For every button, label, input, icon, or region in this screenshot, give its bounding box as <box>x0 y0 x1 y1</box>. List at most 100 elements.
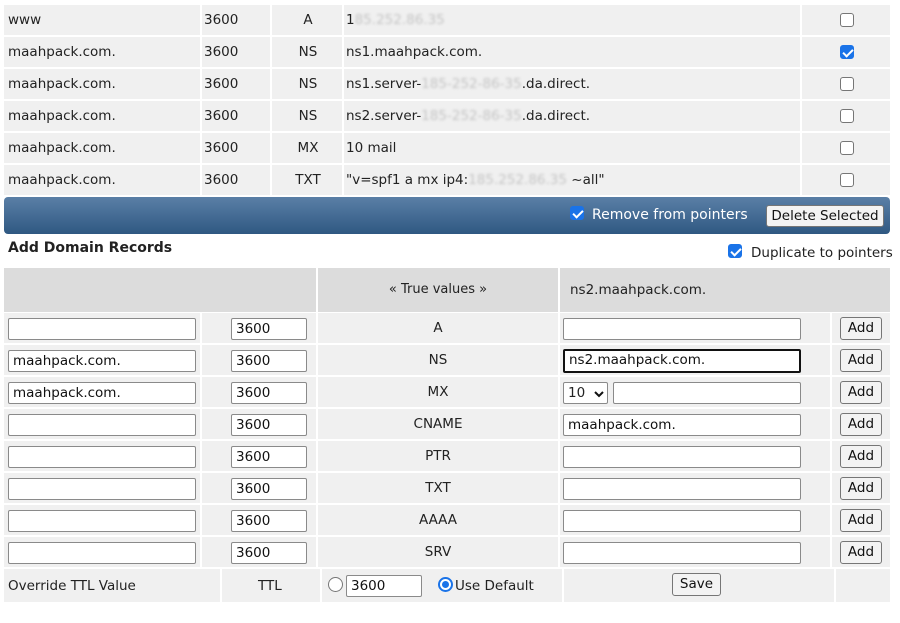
record-ttl-input[interactable]: 3600 <box>231 446 307 468</box>
record-name-input[interactable] <box>8 318 196 340</box>
delete-selected-button[interactable]: Delete Selected <box>766 205 884 227</box>
column-divider <box>200 0 202 196</box>
record-ttl-input[interactable]: 3600 <box>231 382 307 404</box>
record-name-input[interactable] <box>8 446 196 468</box>
record-value: 185.252.86.35 <box>346 5 445 35</box>
record-value-text: ns2.server- <box>346 108 422 124</box>
column-divider <box>830 312 832 568</box>
record-value-input[interactable] <box>563 510 801 532</box>
use-default-label: Use Default <box>455 578 534 594</box>
select-record-checkbox[interactable] <box>840 77 854 91</box>
add-record-row: 3600 TXT Add <box>4 473 890 503</box>
column-divider <box>558 312 560 568</box>
redacted-value: 185-252-86-35 <box>421 108 522 124</box>
record-type-label: PTR <box>425 448 451 464</box>
record-value-input[interactable]: ns2.maahpack.com. <box>563 349 801 373</box>
use-default-radio[interactable] <box>438 577 453 592</box>
override-ttl-row: Override TTL Value TTL 3600 Use Default … <box>4 569 890 602</box>
record-value-input[interactable] <box>563 318 801 340</box>
add-record-row: maahpack.com. 3600 NS ns2.maahpack.com. … <box>4 345 890 375</box>
record-name-input[interactable] <box>8 478 196 500</box>
record-ttl: 3600 <box>204 172 239 188</box>
record-name: maahpack.com. <box>8 76 116 92</box>
record-value-input[interactable]: maahpack.com. <box>563 414 801 436</box>
record-value: ns1.server-185-252-86-35.da.direct. <box>346 69 590 99</box>
record-value-text: 10 mail <box>346 140 397 156</box>
duplicate-to-pointers-label: Duplicate to pointers <box>751 245 893 261</box>
target-pointer-header: ns2.maahpack.com. <box>570 282 707 298</box>
record-type-label: TXT <box>425 480 451 496</box>
mx-priority-select[interactable]: 10 <box>563 382 608 404</box>
record-name-input[interactable] <box>8 542 196 564</box>
add-records-title: Add Domain Records <box>8 240 173 256</box>
record-ttl-input[interactable]: 3600 <box>231 318 307 340</box>
record-name-input[interactable]: maahpack.com. <box>8 382 196 404</box>
select-record-checkbox[interactable] <box>840 141 854 155</box>
record-ttl-input[interactable]: 3600 <box>231 478 307 500</box>
redacted-value: 85.252.86.35 <box>354 12 445 28</box>
record-ttl: 3600 <box>204 76 239 92</box>
record-row: maahpack.com. 3600 NS ns1.server-185-252… <box>4 69 890 99</box>
add-record-button[interactable]: Add <box>840 541 882 564</box>
record-type: NS <box>298 44 318 60</box>
record-ttl-input[interactable]: 3600 <box>231 510 307 532</box>
column-divider <box>800 0 802 196</box>
record-type-label: AAAA <box>418 512 458 528</box>
add-records-table: 3600 A Add maahpack.com. 3600 NS ns2.maa… <box>0 312 900 568</box>
duplicate-to-pointers-checkbox[interactable] <box>728 244 742 258</box>
column-divider <box>220 569 222 602</box>
record-ttl: 3600 <box>204 140 239 156</box>
record-type: NS <box>298 76 318 92</box>
record-value-text: 1 <box>346 12 355 28</box>
save-button[interactable]: Save <box>672 573 721 596</box>
record-name: maahpack.com. <box>8 140 116 156</box>
record-value-input[interactable] <box>563 446 801 468</box>
add-record-row: 3600 A Add <box>4 313 890 343</box>
add-record-button[interactable]: Add <box>840 317 882 340</box>
record-value-text: ns1.maahpack.com. <box>346 44 483 60</box>
add-record-button[interactable]: Add <box>840 349 882 372</box>
add-record-button[interactable]: Add <box>840 413 882 436</box>
record-name: maahpack.com. <box>8 44 116 60</box>
add-record-button[interactable]: Add <box>840 477 882 500</box>
select-record-checkbox[interactable] <box>840 109 854 123</box>
column-divider <box>320 569 322 602</box>
record-value: ns2.server-185-252-86-35.da.direct. <box>346 101 590 131</box>
add-record-button[interactable]: Add <box>840 381 882 404</box>
record-ttl-input[interactable]: 3600 <box>231 542 307 564</box>
record-name-input[interactable] <box>8 510 196 532</box>
chevron-down-icon <box>594 391 604 398</box>
select-record-checkbox[interactable] <box>840 173 854 187</box>
record-type-label: A <box>433 320 443 336</box>
record-row: maahpack.com. 3600 MX 10 mail <box>4 133 890 163</box>
column-divider <box>558 268 560 312</box>
record-value: ns1.maahpack.com. <box>346 37 482 67</box>
record-type-label: NS <box>428 352 448 368</box>
record-name-input[interactable]: maahpack.com. <box>8 350 196 372</box>
custom-ttl-input[interactable]: 3600 <box>346 575 422 597</box>
record-value-input[interactable] <box>613 382 801 404</box>
column-divider <box>200 312 202 568</box>
record-ttl-input[interactable]: 3600 <box>231 414 307 436</box>
remove-from-pointers-checkbox[interactable] <box>570 206 584 220</box>
record-ttl: 3600 <box>204 108 239 124</box>
record-value: "v=spf1 a mx ip4:185.252.86.35 ~all" <box>346 165 605 195</box>
custom-ttl-radio[interactable] <box>328 577 343 592</box>
add-record-button[interactable]: Add <box>840 509 882 532</box>
record-ttl-input[interactable]: 3600 <box>231 350 307 372</box>
record-row: maahpack.com. 3600 NS ns2.server-185-252… <box>4 101 890 131</box>
records-table: www 3600 A 185.252.86.35 maahpack.com. 3… <box>4 0 890 196</box>
record-value-input[interactable] <box>563 478 801 500</box>
add-records-header: « True values » ns2.maahpack.com. <box>4 268 890 312</box>
select-record-checkbox[interactable] <box>840 45 854 59</box>
add-record-row: 3600 PTR Add <box>4 441 890 471</box>
record-name: maahpack.com. <box>8 108 116 124</box>
column-divider <box>342 0 344 196</box>
select-record-checkbox[interactable] <box>840 13 854 27</box>
record-name-input[interactable] <box>8 414 196 436</box>
override-ttl-label: Override TTL Value <box>8 578 136 594</box>
record-value-text: ns1.server- <box>346 76 422 92</box>
true-values-header: « True values » <box>388 282 488 297</box>
add-record-button[interactable]: Add <box>840 445 882 468</box>
record-value-input[interactable] <box>563 542 801 564</box>
